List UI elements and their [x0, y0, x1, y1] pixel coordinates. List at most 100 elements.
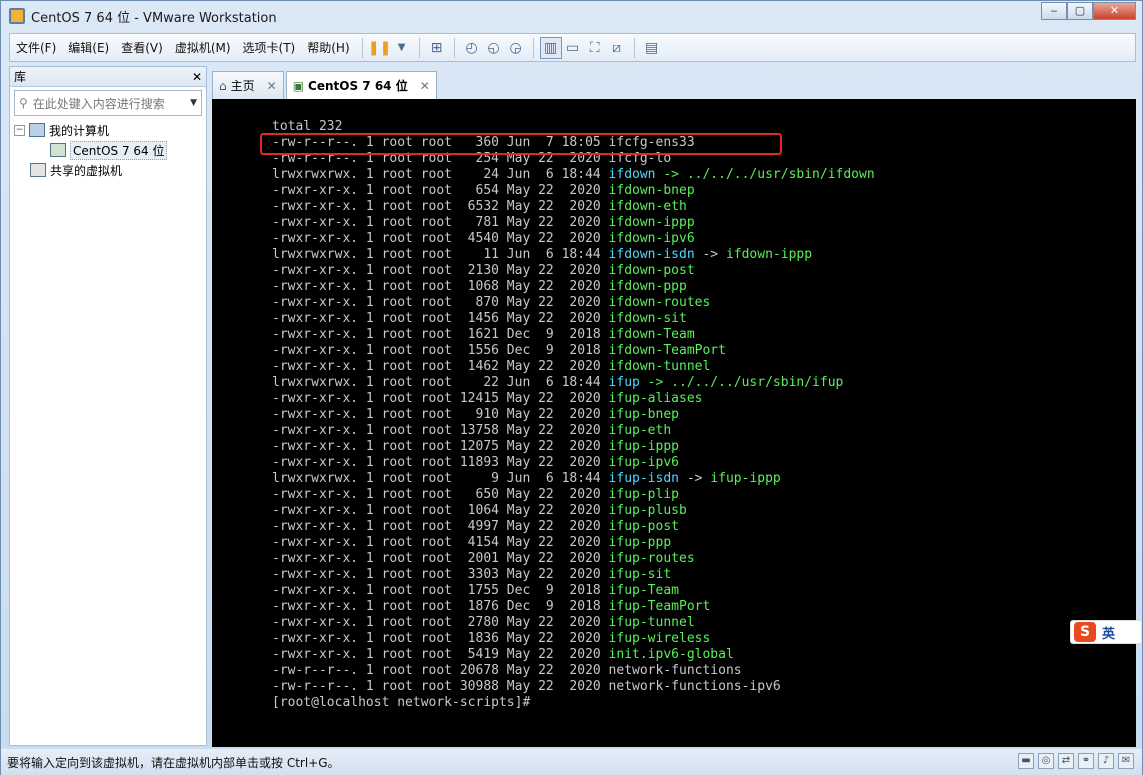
normal-view-icon[interactable]: ▥: [539, 36, 562, 59]
tab-home[interactable]: ⌂ 主页 ✕: [212, 71, 284, 99]
send-ctrl-alt-del-icon[interactable]: ⊞: [426, 37, 448, 59]
title-bar[interactable]: CentOS 7 64 位 - VMware Workstation ‒ ▢ ✕: [1, 1, 1142, 31]
dropdown-icon[interactable]: ▼: [391, 37, 413, 59]
pause-icon[interactable]: ❚❚: [368, 37, 391, 59]
menu-view[interactable]: 查看(V): [115, 37, 169, 59]
terminal-segment: ifdown-ippp: [725, 247, 813, 262]
thumbnail-icon[interactable]: ▤: [641, 37, 663, 59]
terminal-segment: -rwxr-xr-x. 1 root root 1556 Dec 9 2018: [272, 343, 609, 358]
terminal-line: -rwxr-xr-x. 1 root root 12415 May 22 202…: [272, 391, 875, 407]
terminal-segment: lrwxrwxrwx. 1 root root 24 Jun 6 18:44: [272, 167, 609, 182]
menu-edit[interactable]: 编辑(E): [62, 37, 115, 59]
terminal-segment: ifup-tunnel: [608, 615, 695, 630]
terminal-segment: ifup-ippp: [710, 471, 781, 486]
tree-item-my-computer[interactable]: − 我的计算机: [14, 120, 202, 140]
terminal-segment: -> ../../../usr/sbin/ifup: [639, 375, 844, 390]
vm-console[interactable]: total 232 -rw-r--r--. 1 root root 360 Jun…: [212, 99, 1136, 747]
vm-icon: [50, 143, 66, 157]
terminal-segment: -rwxr-xr-x. 1 root root 1068 May 22 2020: [272, 279, 609, 294]
tab-centos[interactable]: ▣ CentOS 7 64 位 ✕: [285, 71, 437, 99]
toolbar-separator: [361, 37, 363, 58]
sound-icon[interactable]: ♪: [1098, 753, 1114, 769]
terminal-segment: -rwxr-xr-x. 1 root root 1755 Dec 9 2018: [272, 583, 609, 598]
terminal-segment: -rwxr-xr-x. 1 root root 2130 May 22 2020: [272, 263, 609, 278]
terminal-segment: -rwxr-xr-x. 1 root root 1064 May 22 2020: [272, 503, 609, 518]
fullscreen-icon[interactable]: ⛶: [584, 37, 606, 59]
window-title: CentOS 7 64 位 - VMware Workstation: [31, 10, 277, 26]
terminal-segment: ifup-ipv6: [608, 455, 679, 470]
terminal-line: -rwxr-xr-x. 1 root root 2780 May 22 2020…: [272, 615, 875, 631]
tab-home-label: 主页: [230, 79, 255, 93]
console-view-icon[interactable]: ▭: [562, 37, 584, 59]
library-search-input[interactable]: ⚲ 在此处键入内容进行搜索 ▼: [14, 90, 202, 116]
revert-snapshot-icon[interactable]: ◵: [483, 37, 505, 59]
terminal-segment: lrwxrwxrwx. 1 root root 9 Jun 6 18:44: [272, 471, 609, 486]
menu-vm[interactable]: 虚拟机(M): [169, 37, 237, 59]
tree-item-vm[interactable]: CentOS 7 64 位: [14, 140, 202, 160]
close-button[interactable]: ✕: [1093, 2, 1136, 20]
terminal-segment: -rwxr-xr-x. 1 root root 870 May 22 2020: [272, 295, 609, 310]
terminal-segment: ifup-eth: [608, 423, 672, 438]
terminal-segment: ifup-TeamPort: [608, 599, 711, 614]
message-icon[interactable]: ✉: [1118, 753, 1134, 769]
terminal-segment: ifdown-TeamPort: [608, 343, 726, 358]
toolbar-separator: [532, 37, 534, 58]
window-controls: ‒ ▢ ✕: [1041, 2, 1136, 20]
library-close-icon[interactable]: ✕: [192, 70, 202, 84]
terminal-line: -rwxr-xr-x. 1 root root 4997 May 22 2020…: [272, 519, 875, 535]
tree-label-vm: CentOS 7 64 位: [70, 140, 168, 160]
minimize-button[interactable]: ‒: [1041, 2, 1067, 20]
tree-item-shared[interactable]: 共享的虚拟机: [14, 160, 202, 180]
terminal-segment: -rw-r--r--. 1 root root 20678 May 22 202…: [272, 663, 742, 678]
menu-toolbar: 文件(F) 编辑(E) 查看(V) 虚拟机(M) 选项卡(T) 帮助(H) ❚❚…: [9, 33, 1136, 62]
tab-centos-close-icon[interactable]: ✕: [420, 79, 430, 93]
collapse-icon[interactable]: −: [14, 124, 25, 136]
hard-disk-icon[interactable]: ▬: [1018, 753, 1034, 769]
unity-icon[interactable]: ⧄: [606, 37, 628, 59]
terminal-segment: ifdown: [608, 167, 656, 182]
ime-toolbar[interactable]: S 英: [1070, 620, 1142, 644]
search-placeholder: 在此处键入内容进行搜索: [32, 96, 165, 111]
terminal-segment: -rwxr-xr-x. 1 root root 910 May 22 2020: [272, 407, 609, 422]
network-icon[interactable]: ⇄: [1058, 753, 1074, 769]
menu-tabs[interactable]: 选项卡(T): [237, 37, 302, 59]
menu-help[interactable]: 帮助(H): [301, 37, 355, 59]
tab-home-close-icon[interactable]: ✕: [267, 79, 277, 93]
terminal-segment: lrwxrwxrwx. 1 root root 11 Jun 6 18:44: [272, 247, 609, 262]
terminal-segment: -rwxr-xr-x. 1 root root 1456 May 22 2020: [272, 311, 609, 326]
terminal-line: -rwxr-xr-x. 1 root root 3303 May 22 2020…: [272, 567, 875, 583]
cd-icon[interactable]: ◎: [1038, 753, 1054, 769]
terminal-segment: -rwxr-xr-x. 1 root root 781 May 22 2020: [272, 215, 609, 230]
terminal-segment: ifup-sit: [608, 567, 672, 582]
menu-file[interactable]: 文件(F): [10, 37, 62, 59]
terminal-segment: ->: [694, 247, 726, 262]
terminal-line: -rwxr-xr-x. 1 root root 1456 May 22 2020…: [272, 311, 875, 327]
tree-label-shared: 共享的虚拟机: [50, 163, 123, 178]
terminal-segment: ifdown-ipv6: [608, 231, 695, 246]
snapshot-manager-icon[interactable]: ◶: [505, 37, 527, 59]
terminal-line: -rwxr-xr-x. 1 root root 650 May 22 2020 …: [272, 487, 875, 503]
terminal-line: -rwxr-xr-x. 1 root root 1064 May 22 2020…: [272, 503, 875, 519]
ime-lang-label[interactable]: 英: [1102, 623, 1115, 642]
terminal-line: lrwxrwxrwx. 1 root root 24 Jun 6 18:44 i…: [272, 167, 875, 183]
usb-icon[interactable]: ⚭: [1078, 753, 1094, 769]
terminal-segment: total 232: [272, 119, 343, 134]
terminal-line: -rwxr-xr-x. 1 root root 4540 May 22 2020…: [272, 231, 875, 247]
vmware-window: CentOS 7 64 位 - VMware Workstation ‒ ▢ ✕…: [0, 0, 1143, 775]
terminal-segment: ifdown-bnep: [608, 183, 695, 198]
terminal-segment: ifup-post: [608, 519, 679, 534]
maximize-button[interactable]: ▢: [1067, 2, 1093, 20]
device-tray: ▬ ◎ ⇄ ⚭ ♪ ✉: [1014, 753, 1134, 769]
terminal-segment: ifup-wireless: [608, 631, 711, 646]
snapshot-icon[interactable]: ◴: [461, 37, 483, 59]
status-bar: 要将输入定向到该虚拟机，请在虚拟机内部单击或按 Ctrl+G。 ▬ ◎ ⇄ ⚭ …: [1, 749, 1142, 775]
terminal-segment: ifdown-routes: [608, 295, 711, 310]
terminal-segment: ifdown-Team: [608, 327, 695, 342]
terminal-line: -rwxr-xr-x. 1 root root 870 May 22 2020 …: [272, 295, 875, 311]
terminal-line: -rwxr-xr-x. 1 root root 5419 May 22 2020…: [272, 647, 875, 663]
terminal-line: -rwxr-xr-x. 1 root root 781 May 22 2020 …: [272, 215, 875, 231]
terminal-segment: -rwxr-xr-x. 1 root root 654 May 22 2020: [272, 183, 609, 198]
terminal-line: -rwxr-xr-x. 1 root root 1621 Dec 9 2018 …: [272, 327, 875, 343]
chevron-down-icon[interactable]: ▼: [190, 98, 197, 108]
terminal-line: -rwxr-xr-x. 1 root root 13758 May 22 202…: [272, 423, 875, 439]
